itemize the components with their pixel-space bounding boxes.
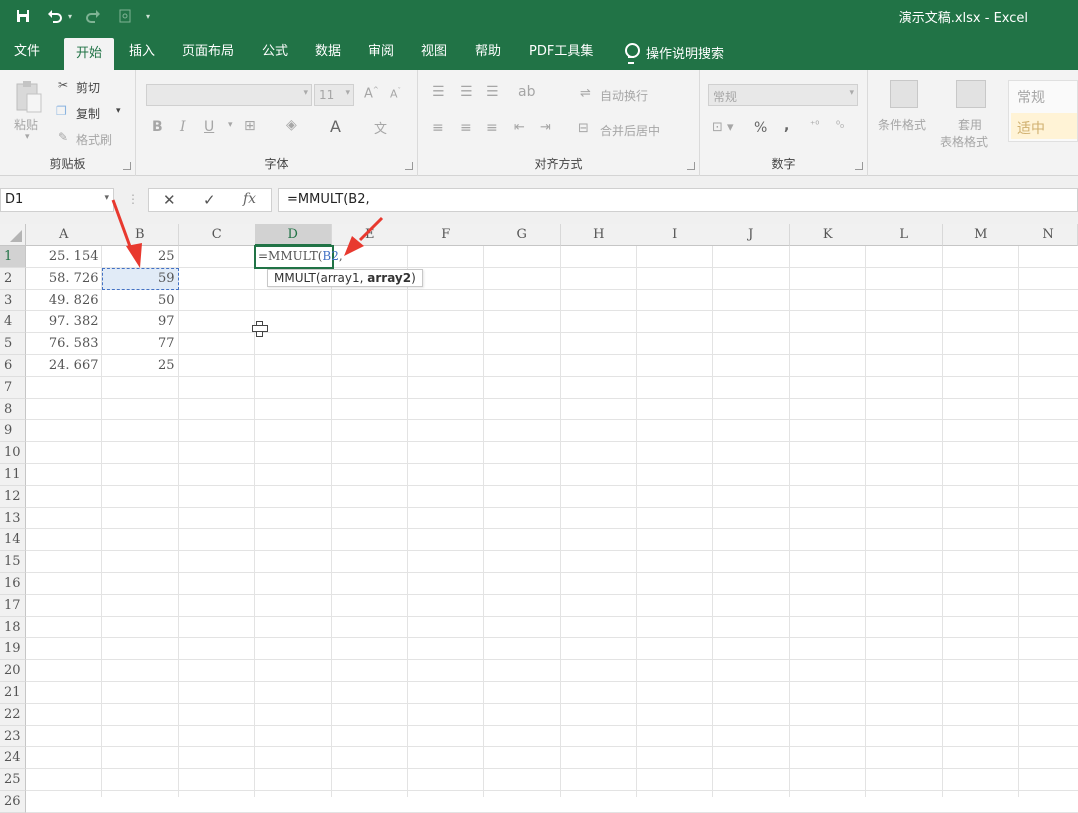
- arrow-to-d1-icon: [344, 216, 384, 256]
- arrow-to-b2-icon: [111, 199, 142, 268]
- annotation-arrows: [111, 199, 384, 268]
